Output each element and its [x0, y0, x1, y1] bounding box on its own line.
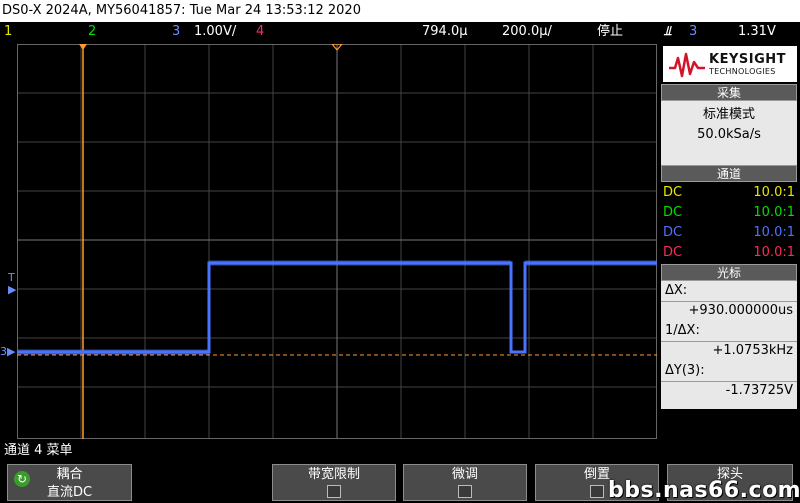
side-panel: KEYSIGHT TECHNOLOGIES 采集 标准模式 50.0kSa/s …: [659, 44, 800, 439]
channel-probe: 10.0:1: [753, 245, 795, 260]
refresh-icon: ↻: [14, 471, 30, 487]
delta-y-label: ΔY(3):: [665, 363, 705, 378]
time-scale: 200.0µ/: [502, 24, 552, 39]
channel-2-indicator[interactable]: 2: [88, 22, 96, 42]
channel-coupling: DC: [663, 225, 683, 240]
channel-4-indicator[interactable]: 4: [256, 22, 264, 42]
channel-coupling: DC: [663, 205, 683, 220]
acquire-mode: 标准模式: [702, 107, 755, 122]
checkbox[interactable]: [327, 485, 341, 498]
channel-probe: 10.0:1: [753, 205, 795, 220]
acquire-panel: 标准模式 50.0kSa/s: [661, 101, 797, 167]
trigger-level: 1.31V: [738, 24, 776, 39]
channel-coupling: DC: [663, 245, 683, 260]
trigger-level-marker[interactable]: T ▶: [8, 272, 16, 296]
softkey-label: 微调: [451, 467, 478, 482]
channels-panel: DC 10.0:1 DC 10.0:1 DC 10.0:1 DC 10.0:1: [661, 182, 797, 264]
title-bar: DS0-X 2024A, MY56041857: Tue Mar 24 13:5…: [0, 0, 800, 22]
keysight-wave-icon: [669, 52, 705, 78]
channel-row-4[interactable]: DC 10.0:1: [663, 243, 799, 263]
channel-probe: 10.0:1: [753, 185, 795, 200]
channels-header: 通道: [661, 165, 797, 182]
channel-row-1[interactable]: DC 10.0:1: [663, 183, 799, 203]
trigger-source: 3: [689, 24, 698, 39]
waveform-grid: [17, 43, 657, 439]
watermark: bbs.nas66.com: [608, 478, 800, 503]
channel-row-3[interactable]: DC 10.0:1: [663, 223, 799, 243]
cursors-panel: ΔX: +930.000000us 1/ΔX: +1.0753kHz ΔY(3)…: [661, 281, 797, 409]
logo-name: KEYSIGHT: [709, 52, 786, 67]
trigger-slope-icon: ⫫: [664, 24, 672, 39]
delta-x-label: ΔX:: [665, 283, 688, 298]
trigger-marker-label: T: [8, 271, 15, 284]
checkbox[interactable]: [458, 485, 472, 498]
channel-1-indicator[interactable]: 1: [4, 22, 12, 42]
softkey-value: 直流DC: [46, 485, 93, 500]
softkey-coupling[interactable]: ↻ 耦合 直流DC: [7, 464, 132, 501]
cursors-header: 光标: [661, 264, 797, 281]
softkey-fine[interactable]: 微调: [403, 464, 527, 501]
checkbox[interactable]: [590, 485, 604, 498]
time-position: 794.0µ: [422, 24, 468, 39]
logo-sub: TECHNOLOGIES: [709, 67, 776, 76]
ground-marker-label: 3: [0, 345, 7, 358]
delta-x-value: +930.000000us: [688, 303, 793, 318]
channel-probe: 10.0:1: [753, 225, 795, 240]
channel-row-2[interactable]: DC 10.0:1: [663, 203, 799, 223]
channel-coupling: DC: [663, 185, 683, 200]
acquire-header: 采集: [661, 84, 797, 101]
softkey-label: 带宽限制: [307, 467, 360, 482]
waveform-display[interactable]: [17, 43, 657, 439]
sample-rate: 50.0kSa/s: [697, 127, 761, 142]
inverse-delta-x-label: 1/ΔX:: [665, 323, 700, 338]
channel-3-scale: 1.00V/: [194, 24, 237, 39]
channel-3-ground-marker[interactable]: 3▶: [0, 346, 15, 358]
keysight-logo: KEYSIGHT TECHNOLOGIES: [663, 46, 797, 82]
menu-title: 通道 4 菜单: [4, 443, 73, 458]
softkey-bandwidth-limit[interactable]: 带宽限制: [272, 464, 396, 501]
run-state: 停止: [597, 24, 624, 39]
inverse-delta-x-value: +1.0753kHz: [712, 343, 793, 358]
status-bar: 1 2 3 1.00V/ 4 794.0µ 200.0µ/ 停止 ⫫ 3 1.3…: [0, 22, 800, 42]
delta-y-value: -1.73725V: [725, 383, 793, 398]
channel-3-indicator[interactable]: 3: [172, 22, 180, 42]
